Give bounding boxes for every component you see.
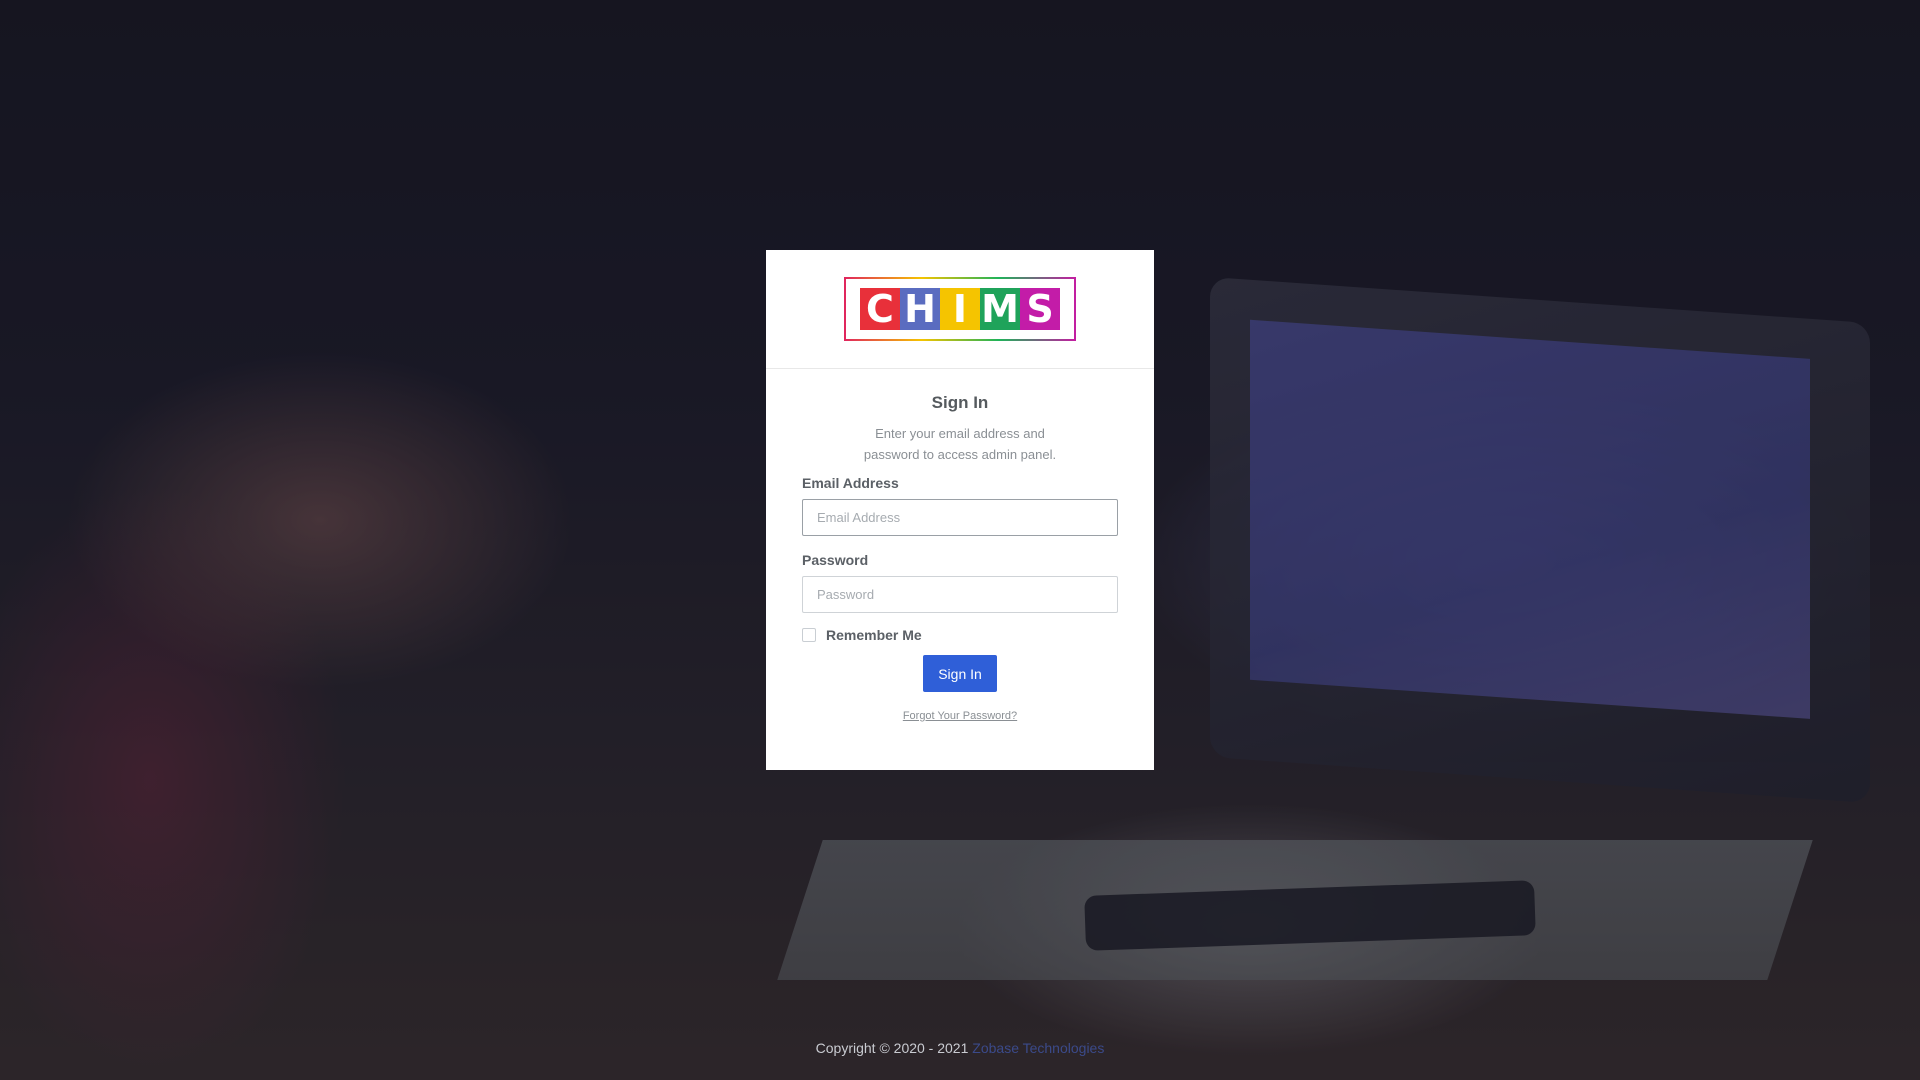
logo-letter-m: M xyxy=(980,287,1020,331)
logo-letter-h: H xyxy=(900,288,940,330)
remember-me-label[interactable]: Remember Me xyxy=(826,627,922,643)
footer-company-link[interactable]: Zobase Technologies xyxy=(972,1040,1104,1056)
logo-letter-c: C xyxy=(860,288,900,330)
footer: Copyright © 2020 - 2021 Zobase Technolog… xyxy=(0,1040,1920,1056)
password-label: Password xyxy=(802,552,869,568)
password-field[interactable] xyxy=(802,576,1118,613)
forgot-password-link[interactable]: Forgot Your Password? xyxy=(802,710,1118,722)
email-field[interactable] xyxy=(802,499,1118,536)
subtitle-line-1: Enter your email address and xyxy=(875,426,1045,441)
footer-copyright: Copyright © 2020 - 2021 xyxy=(815,1040,969,1056)
card-header: C H I M S xyxy=(766,250,1154,369)
email-label: Email Address xyxy=(802,475,899,491)
remember-me-row[interactable]: Remember Me xyxy=(802,627,1118,643)
page-title: Sign In xyxy=(931,393,989,412)
password-field-group: Password xyxy=(802,552,1118,613)
subtitle-line-2: password to access admin panel. xyxy=(863,447,1057,462)
logo-letter-s: S xyxy=(1020,288,1060,330)
login-card: C H I M S Sign In Enter your email addre… xyxy=(766,250,1154,770)
chims-logo: C H I M S xyxy=(844,277,1076,341)
card-body: Sign In Enter your email address and pas… xyxy=(766,369,1154,722)
remember-me-checkbox[interactable] xyxy=(802,628,816,642)
page-subtitle: Enter your email address and password to… xyxy=(802,423,1118,465)
logo-letter-i: I xyxy=(940,288,980,330)
email-field-group: Email Address xyxy=(802,475,1118,536)
sign-in-button[interactable]: Sign In xyxy=(923,655,997,692)
